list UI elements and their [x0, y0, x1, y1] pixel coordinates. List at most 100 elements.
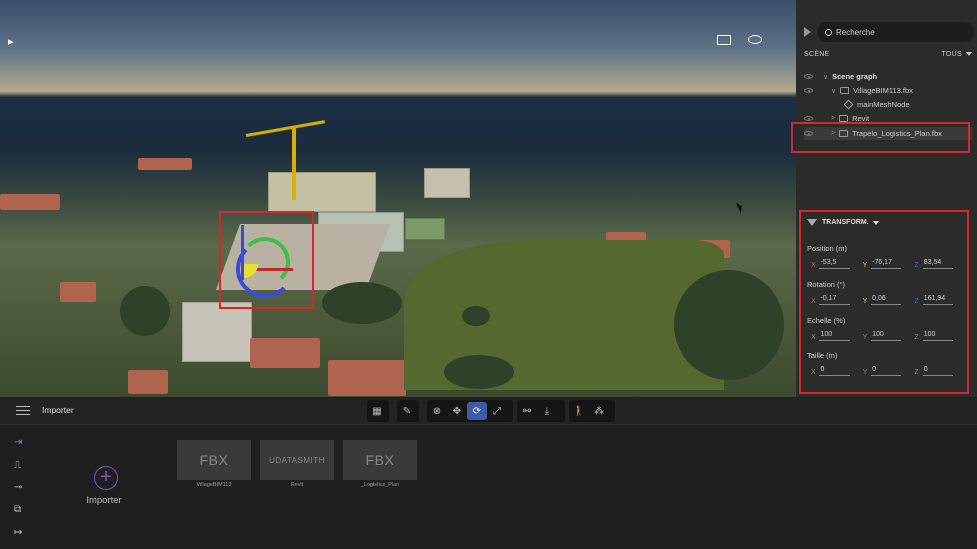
- connector-icon[interactable]: ⊸: [14, 481, 32, 493]
- file-name: _Logistics_Plan: [360, 482, 400, 488]
- chevron-down-icon[interactable]: [872, 220, 879, 225]
- axes-icon[interactable]: ⁂: [589, 402, 609, 420]
- rotation-y-field[interactable]: 0,06: [871, 295, 902, 305]
- search-row: [804, 22, 974, 42]
- tree-item-villagebim[interactable]: ∨ VillageBIM113.fbx: [804, 84, 913, 97]
- size-z-field[interactable]: 0: [922, 366, 953, 376]
- position-z-field[interactable]: 83,54: [922, 259, 953, 269]
- scene-header: SCÈNE TOUS: [804, 51, 972, 58]
- building: [268, 172, 376, 212]
- tree: [462, 306, 490, 326]
- collapse-triangle-icon[interactable]: [807, 219, 817, 226]
- move-icon[interactable]: ✥: [447, 402, 467, 420]
- tree: [120, 286, 170, 336]
- roof: [138, 158, 192, 170]
- chevron-right-icon[interactable]: >: [831, 115, 835, 122]
- file-card[interactable]: FBX _Logistics_Plan: [343, 440, 417, 488]
- scale-icon[interactable]: ⤢: [487, 402, 507, 420]
- position-x-field[interactable]: -53,5: [819, 259, 850, 269]
- size-y-field[interactable]: 0: [871, 366, 902, 376]
- rotation-x-field[interactable]: -0,17: [819, 295, 850, 305]
- transform-header[interactable]: TRANSFORM.: [807, 219, 879, 226]
- collapse-panel-icon[interactable]: [804, 27, 811, 37]
- scale-y-field[interactable]: 100: [871, 331, 902, 341]
- chevron-down-icon: [966, 52, 972, 56]
- position-label: Position (m): [807, 244, 848, 253]
- close-circle-icon[interactable]: ⊗: [427, 402, 447, 420]
- mouse-cursor: [735, 200, 745, 214]
- scale-fields: X 100 Y 100 Z 100: [811, 331, 966, 341]
- import-icon[interactable]: ⇥: [14, 436, 32, 448]
- tool-group-grid: ▦: [367, 400, 389, 422]
- scale-x-field[interactable]: 100: [819, 331, 850, 341]
- roof: [60, 282, 96, 302]
- search-box[interactable]: [817, 22, 974, 42]
- bottom-toolbar: Importer ▦ ✎ ⊗ ✥ ⟳ ⤢ ⚯ ⤓ 🚶 ⁂: [0, 397, 977, 425]
- filter-dropdown[interactable]: TOUS: [941, 51, 972, 58]
- folder-icon: [839, 115, 849, 122]
- walk-icon[interactable]: 🚶: [569, 402, 589, 420]
- position-y-field[interactable]: -76,17: [871, 259, 902, 269]
- plus-circle-icon: +: [94, 466, 118, 490]
- rotation-label: Rotation (°): [807, 280, 846, 289]
- size-x-field[interactable]: 0: [819, 366, 850, 376]
- panel-toggle-icon[interactable]: [717, 35, 731, 45]
- building: [405, 218, 445, 240]
- chevron-down-icon[interactable]: ∨: [823, 73, 828, 81]
- crane-jib: [245, 120, 326, 137]
- tool-group-nav: 🚶 ⁂: [569, 400, 615, 422]
- roof: [128, 370, 168, 394]
- tree-item-scene-graph[interactable]: ∨ Scene graph: [804, 70, 877, 83]
- tree: [322, 282, 402, 324]
- tree-item-highlight: [791, 122, 970, 153]
- visibility-eye-icon[interactable]: [804, 116, 813, 121]
- bottom-panel: Importer ▦ ✎ ⊗ ✥ ⟳ ⤢ ⚯ ⤓ 🚶 ⁂ ⇥ ⎍ ⊸ ⧉ ↦ +…: [0, 397, 977, 549]
- roof: [250, 338, 320, 368]
- size-label: Taille (m): [807, 351, 838, 360]
- scale-z-field[interactable]: 100: [922, 331, 953, 341]
- tree: [444, 355, 514, 389]
- export-icon[interactable]: ↦: [14, 526, 32, 538]
- file-type-tile: FBX: [177, 440, 251, 480]
- timeline-icon[interactable]: ⎍: [14, 459, 32, 471]
- rotation-z-field[interactable]: 161,94: [922, 295, 953, 305]
- mesh-icon: [843, 99, 854, 110]
- tool-group-snap: ⚯ ⤓: [517, 400, 565, 422]
- chevron-down-icon[interactable]: ∨: [831, 87, 836, 95]
- building: [424, 168, 470, 198]
- scene-title: SCÈNE: [804, 51, 830, 58]
- tool-group-measure: ✎: [397, 400, 419, 422]
- eye-icon[interactable]: [748, 35, 762, 44]
- panel-title: Importer: [42, 405, 74, 415]
- rotate-icon[interactable]: ⟳: [467, 402, 487, 420]
- visibility-eye-icon[interactable]: [804, 74, 813, 79]
- position-fields: X -53,5 Y -76,17 Z 83,54: [811, 259, 966, 269]
- 3d-viewport[interactable]: ▸: [0, 0, 796, 397]
- tree: [674, 270, 784, 380]
- pipette-icon[interactable]: ✎: [397, 402, 417, 420]
- drop-to-floor-icon[interactable]: ⤓: [537, 402, 557, 420]
- roof: [328, 360, 406, 396]
- grid-icon[interactable]: ▦: [367, 402, 387, 420]
- search-input[interactable]: [836, 27, 956, 37]
- snap-icon[interactable]: ⚯: [517, 402, 537, 420]
- play-icon[interactable]: ▸: [8, 35, 14, 48]
- video-icon[interactable]: ⧉: [14, 503, 32, 515]
- transform-panel: TRANSFORM. Position (m) X -53,5 Y -76,17…: [799, 210, 969, 394]
- file-name: Revit: [290, 482, 304, 488]
- visibility-eye-icon[interactable]: [804, 88, 813, 93]
- file-card[interactable]: UDATASMITH Revit: [260, 440, 334, 488]
- search-icon: [825, 28, 832, 36]
- tree-item-mainmeshnode[interactable]: mainMeshNode: [804, 98, 910, 111]
- tool-group-transform: ⊗ ✥ ⟳ ⤢: [427, 400, 513, 422]
- file-card[interactable]: FBX VillageBIM113: [177, 440, 251, 488]
- menu-icon[interactable]: [16, 406, 30, 415]
- building: [182, 302, 252, 362]
- file-type-tile: UDATASMITH: [260, 440, 334, 480]
- file-name: VillageBIM113: [196, 482, 232, 488]
- crane: [292, 128, 296, 200]
- size-fields: X 0 Y 0 Z 0: [811, 366, 966, 376]
- add-import-button[interactable]: + Importer: [86, 466, 126, 506]
- folder-icon: [840, 87, 850, 94]
- file-type-tile: FBX: [343, 440, 417, 480]
